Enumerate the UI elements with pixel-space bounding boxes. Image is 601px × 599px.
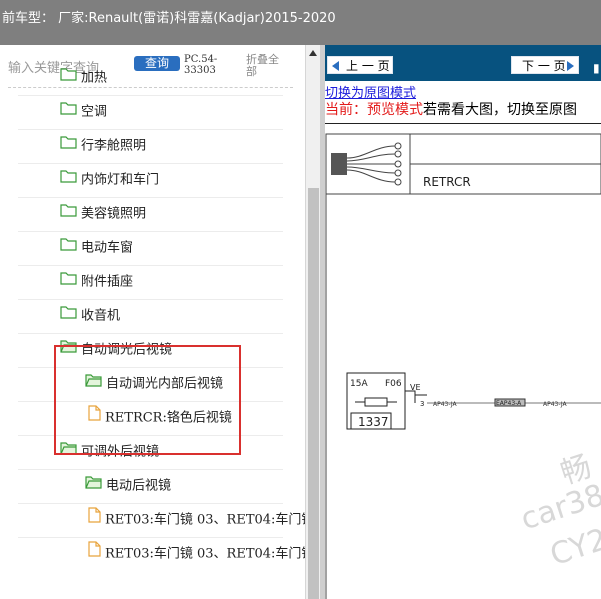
folder-icon [60, 231, 77, 265]
tree-item-label: 内饰灯和车门 [81, 172, 160, 188]
next-page-button[interactable]: 下 一 页 [511, 56, 579, 74]
folder-icon [60, 197, 77, 231]
vehicle-title: 前车型： 厂家:Renault(雷诺)科雷嘉(Kadjar)2015-2020 [2, 11, 336, 26]
wire-code: AP43-JA [543, 401, 568, 408]
scroll-thumb[interactable] [308, 188, 319, 599]
fuse-id: F06 [385, 379, 402, 389]
connector-body-icon [331, 153, 347, 175]
nav-extra-icon: ▮ [593, 61, 600, 75]
document-icon [88, 537, 101, 571]
tree-item[interactable]: 空调 [60, 95, 107, 129]
tree-item[interactable]: 收音机 [60, 299, 120, 333]
wiring-diagram: RETRCR 15A F06 1337 VE 3 AP43-JA EAP43-A… [325, 133, 601, 599]
search-bar: 输入关键字查询 查询 PC.54-33303 折叠全部 [0, 45, 305, 85]
pc-number: PC.54-33303 [184, 54, 218, 76]
divider [18, 129, 283, 130]
folder-icon [60, 265, 77, 299]
document-icon [88, 503, 101, 537]
mode-prefix: 当前：预览模式 [325, 102, 423, 118]
wire-color: VE [410, 383, 421, 392]
tree-item-label: 附件插座 [81, 274, 134, 290]
tree-item[interactable]: 行李舱照明 [60, 129, 146, 163]
tree-item[interactable]: 加热 [60, 61, 107, 95]
divider [325, 123, 601, 124]
arrow-left-icon [332, 61, 339, 71]
folder-open-icon [85, 469, 102, 503]
mode-suffix: 若需看大图，切换至原图 [423, 102, 577, 118]
tree-item-label: 收音机 [81, 308, 121, 324]
folder-icon [60, 163, 77, 197]
tree-item[interactable]: 电动后视镜 [85, 469, 171, 503]
page-nav-bar: 上 一 页 下 一 页 ▮ [325, 45, 601, 81]
tree-item[interactable]: 电动车窗 [60, 231, 133, 265]
tree-item[interactable]: 内饰灯和车门 [60, 163, 159, 197]
tree-item-label: RET03:车门镜 03、RET04:车门镜 [105, 546, 305, 562]
folder-icon [60, 61, 77, 95]
divider [18, 95, 283, 96]
wire-code: AP43-JA [433, 401, 458, 408]
divider [18, 265, 283, 266]
tree-item-label: 电动车窗 [81, 240, 134, 256]
tree-panel: 输入关键字查询 查询 PC.54-33303 折叠全部 加热空调行李舱照明内饰灯… [0, 45, 305, 599]
folder-icon [60, 95, 77, 129]
tree-item-label: 行李舱照明 [81, 138, 147, 154]
mode-status: 当前：预览模式若需看大图，切换至原图 [325, 99, 577, 119]
tree-item[interactable]: 附件插座 [60, 265, 133, 299]
folder-icon [60, 299, 77, 333]
box-number: 1337 [358, 415, 389, 429]
highlight-box [54, 345, 241, 455]
pin-number: 3 [420, 400, 424, 408]
tree-item-label: 空调 [81, 104, 108, 120]
divider [8, 87, 293, 88]
collapse-all-button[interactable]: 折叠全部 [246, 54, 286, 78]
tree-item[interactable]: RET03:车门镜 03、RET04:车门镜 [88, 537, 305, 571]
tree-item[interactable]: RET03:车门镜 03、RET04:车门镜 [88, 503, 305, 537]
divider [18, 231, 283, 232]
divider [18, 197, 283, 198]
fuse-symbol-icon [364, 397, 388, 407]
connector-label: RETRCR [423, 175, 471, 189]
tree-item-label: 加热 [81, 70, 108, 86]
fuse-rating: 15A [350, 379, 368, 389]
tree-item[interactable]: 美容镜照明 [60, 197, 146, 231]
wire-code: EAP43-A [496, 400, 522, 407]
viewer-panel: 上 一 页 下 一 页 ▮ 切换为原图模式 当前：预览模式若需看大图，切换至原图… [325, 45, 601, 599]
scroll-up-icon[interactable] [309, 50, 317, 56]
folder-icon [60, 129, 77, 163]
prev-page-label: 上 一 页 [346, 59, 390, 73]
tree-item-label: 美容镜照明 [81, 206, 147, 222]
tree-scrollbar[interactable] [305, 45, 321, 599]
divider [18, 299, 283, 300]
next-page-label: 下 一 页 [522, 59, 566, 73]
prev-page-button[interactable]: 上 一 页 [327, 56, 393, 74]
search-button[interactable]: 查询 [134, 56, 180, 71]
tree-item-label: 电动后视镜 [106, 478, 172, 494]
connector-pins-icon [346, 142, 402, 186]
tree-item-label: RET03:车门镜 03、RET04:车门镜 [105, 512, 305, 528]
window-title-bar: 前车型： 厂家:Renault(雷诺)科雷嘉(Kadjar)2015-2020 [0, 0, 601, 45]
arrow-right-icon [567, 61, 574, 71]
